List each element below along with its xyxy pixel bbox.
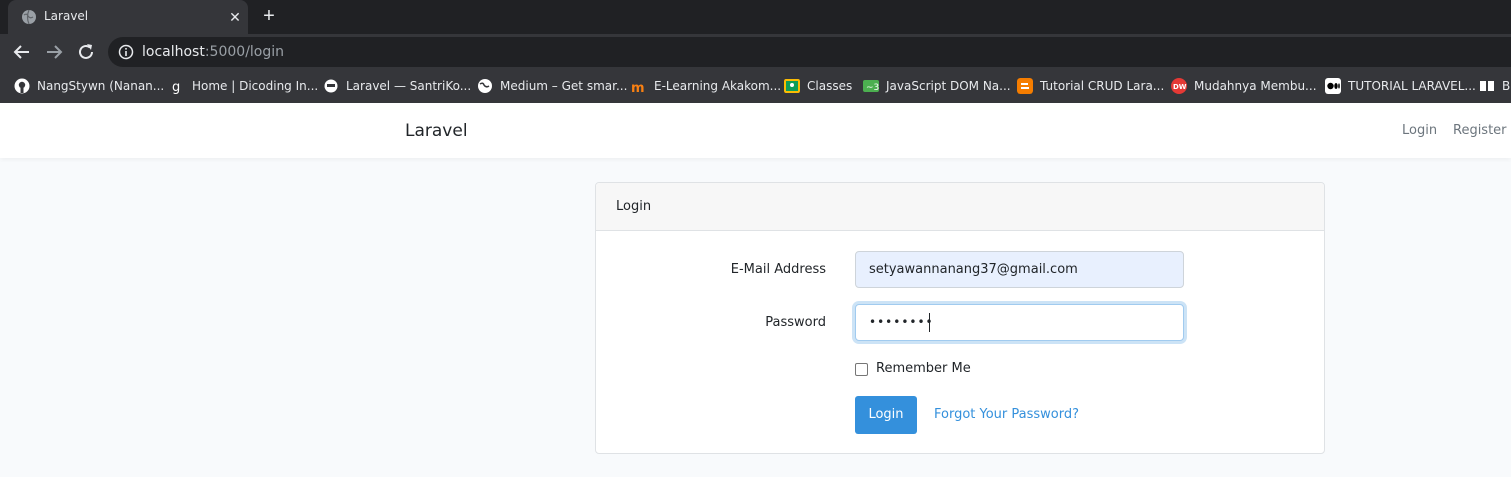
url-host: localhost — [142, 44, 205, 60]
browser-tabstrip: Laravel ✕ + — [0, 0, 1511, 34]
email-label: E-Mail Address — [730, 262, 826, 277]
bookmark-icon — [1480, 81, 1494, 91]
forgot-password-link[interactable]: Forgot Your Password? — [934, 407, 1079, 422]
email-field[interactable]: setyawannanang37@gmail.com — [855, 251, 1184, 288]
bookmark-label: TUTORIAL LARAVEL... — [1348, 79, 1476, 93]
moodle-icon: m — [631, 81, 645, 94]
bookmark-label: Home | Dicoding In... — [192, 79, 319, 93]
bookmark-label: Medium – Get smar... — [500, 79, 628, 93]
github-icon — [14, 78, 30, 94]
dicoding-icon: g — [172, 80, 180, 94]
bookmark-label: Mudahnya Membu... — [1194, 79, 1317, 93]
bookmark-label: JavaScript DOM Na... — [886, 79, 1011, 93]
nav-login-link[interactable]: Login — [1402, 123, 1437, 138]
blogger-icon — [1017, 78, 1033, 94]
medium-icon — [1325, 78, 1341, 94]
remember-me-label[interactable]: Remember Me — [876, 361, 971, 376]
nav-register-link[interactable]: Register — [1453, 123, 1507, 138]
reload-icon[interactable] — [75, 41, 97, 63]
text-caret — [929, 313, 930, 332]
password-field[interactable]: •••••••• — [855, 304, 1184, 341]
password-label: Password — [765, 315, 826, 330]
dw-icon: DW — [1171, 78, 1187, 94]
bookmark-label: Laravel — SantriKo... — [346, 79, 472, 93]
svg-text:m: m — [631, 81, 645, 94]
bookmark-label: Bl — [1502, 79, 1511, 93]
site-navbar: Laravel Login Register — [0, 103, 1511, 158]
bookmark-label: E-Learning Akakom... — [654, 79, 782, 93]
url-text: localhost:5000/login — [142, 44, 284, 60]
bookmark-label: Tutorial CRUD Lara... — [1040, 79, 1165, 93]
browser-tab[interactable]: Laravel ✕ — [8, 0, 248, 34]
info-icon[interactable] — [118, 44, 134, 60]
svg-text:g: g — [172, 80, 180, 94]
navbar-brand[interactable]: Laravel — [405, 121, 468, 141]
login-card: Login E-Mail Address setyawannanang37@gm… — [595, 182, 1325, 454]
svg-text:~3: ~3 — [866, 83, 879, 93]
login-button[interactable]: Login — [855, 396, 917, 434]
new-tab-button[interactable]: + — [258, 6, 280, 28]
card-title: Login — [616, 199, 652, 214]
remember-me-checkbox[interactable] — [855, 363, 868, 376]
bookmark-label: Classes — [807, 79, 853, 93]
globe-icon — [22, 9, 36, 25]
globe-icon — [478, 79, 492, 93]
password-value: •••••••• — [869, 315, 934, 329]
bookmarks-bar: NangStywn (Nanan... g Home | Dicoding In… — [0, 70, 1511, 103]
url-path: :5000/login — [204, 44, 285, 60]
forward-icon[interactable] — [43, 41, 65, 63]
browser-toolbar: localhost:5000/login — [0, 34, 1511, 70]
card-header: Login — [596, 183, 1324, 231]
santrikoding-icon — [324, 79, 338, 93]
email-value: setyawannanang37@gmail.com — [869, 262, 1078, 277]
bookmark-label: NangStywn (Nanan... — [37, 79, 165, 93]
tab-title: Laravel — [44, 9, 89, 23]
address-bar[interactable]: localhost:5000/login — [108, 37, 1511, 67]
tab-close-icon[interactable]: ✕ — [226, 8, 244, 26]
svg-text:DW: DW — [1173, 83, 1187, 91]
classroom-icon — [784, 79, 800, 93]
dom-icon: ~3 — [863, 80, 879, 93]
back-icon[interactable] — [11, 41, 33, 63]
